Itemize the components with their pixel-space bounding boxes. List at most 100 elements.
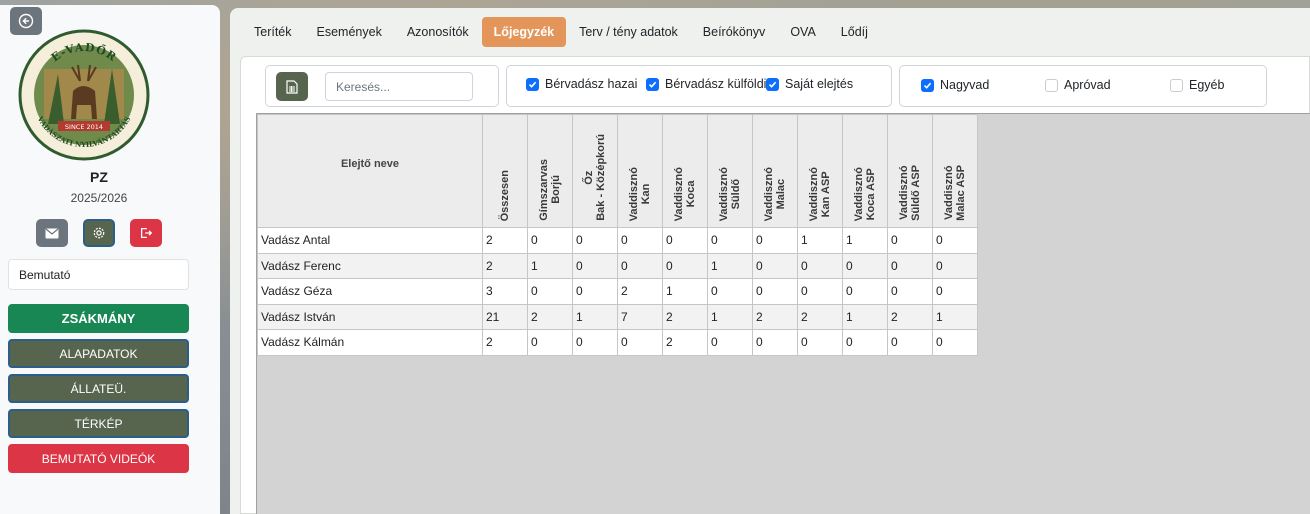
count-cell: 0 (932, 227, 978, 254)
menu-allateu[interactable]: ÁLLATEÜ. (8, 374, 189, 403)
checkbox-nagyvad[interactable]: Nagyvad (921, 78, 989, 92)
settings-button[interactable] (83, 219, 115, 247)
table-row[interactable]: Vadász Ferenc 2 1 0 0 0 1 0 0 0 0 0 (257, 252, 978, 279)
count-cell: 1 (797, 227, 843, 254)
checkbox-label: Bérvadász külföldi (665, 77, 767, 91)
user-name: PZ (90, 169, 108, 185)
hunter-name-cell: Vadász Kálmán (257, 329, 483, 356)
menu-alapadatok[interactable]: ALAPADATOK (8, 339, 189, 368)
count-cell: 0 (752, 278, 798, 305)
count-cell: 0 (617, 227, 663, 254)
table-header-row: Elejtő neve Összesen Gímszarvas Borjú Őz… (257, 114, 978, 228)
checkbox-checked-icon (646, 77, 659, 91)
tab-teritek[interactable]: Teríték (242, 17, 304, 47)
main-panel: Teríték Események Azonosítók Lőjegyzék T… (230, 8, 1310, 514)
column-header[interactable]: Vaddisznó Süldő (707, 114, 753, 228)
organization-field[interactable]: Bemutató (8, 259, 189, 290)
tab-terv-teny[interactable]: Terv / tény adatok (567, 17, 690, 47)
column-header[interactable]: Vaddisznó Koca (662, 114, 708, 228)
checkbox-checked-icon (766, 77, 779, 91)
checkbox-checked-icon (526, 77, 539, 91)
search-input[interactable] (325, 72, 473, 101)
column-header-label: Vaddisznó Kan (628, 166, 652, 221)
gear-icon (93, 227, 105, 239)
column-header[interactable]: Vaddisznó Kan (617, 114, 663, 228)
checkbox-bervadasz-kulfoldi[interactable]: Bérvadász külföldi (646, 77, 766, 91)
checkbox-sajat-elejtes[interactable]: Saját elejtés (766, 77, 853, 91)
table-row[interactable]: Vadász Kálmán 2 0 0 0 2 0 0 0 0 0 0 (257, 329, 978, 356)
tab-esemenyek[interactable]: Események (305, 17, 394, 47)
count-cell: 2 (887, 303, 933, 330)
column-header[interactable]: Vaddisznó Malac (752, 114, 798, 228)
tab-ova[interactable]: OVA (778, 17, 827, 47)
checkbox-bervadasz-hazai[interactable]: Bérvadász hazai (526, 77, 637, 91)
checkbox-label: Apróvad (1064, 78, 1111, 92)
envelope-icon (45, 228, 59, 238)
column-header-label: Összesen (499, 169, 511, 221)
count-cell: 0 (842, 252, 888, 279)
column-header[interactable]: Összesen (482, 114, 528, 228)
count-cell: 0 (662, 252, 708, 279)
game-type-filter-box: Nagyvad Apróvad Egyéb (899, 65, 1267, 107)
count-cell: 0 (662, 227, 708, 254)
table-row[interactable]: Vadász Antal 2 0 0 0 0 0 0 1 1 0 0 (257, 227, 978, 254)
count-cell: 0 (752, 252, 798, 279)
checkbox-unchecked-icon (1170, 78, 1183, 92)
count-cell: 1 (572, 303, 618, 330)
menu-terkep[interactable]: TÉRKÉP (8, 409, 189, 438)
count-cell: 0 (887, 329, 933, 356)
search-filter-box (265, 65, 499, 107)
column-header[interactable]: Gímszarvas Borjú (527, 114, 573, 228)
count-cell: 0 (797, 329, 843, 356)
tab-lojegyzek[interactable]: Lőjegyzék (481, 17, 567, 47)
column-header-label: Vaddisznó Koca ASP (853, 166, 877, 221)
count-cell: 0 (707, 278, 753, 305)
column-header[interactable]: Vaddisznó Malac ASP (932, 114, 978, 228)
count-cell: 1 (842, 303, 888, 330)
column-header[interactable]: Vaddisznó Kan ASP (797, 114, 843, 228)
hunter-name-cell: Vadász Géza (257, 278, 483, 305)
count-cell: 0 (572, 252, 618, 279)
tab-beirokonyv[interactable]: Beírókönyv (691, 17, 778, 47)
count-cell: 0 (797, 252, 843, 279)
count-cell: 0 (707, 329, 753, 356)
column-header[interactable]: Őz Bak - Középkorú (572, 114, 618, 228)
count-cell: 0 (887, 227, 933, 254)
count-cell: 2 (662, 303, 708, 330)
tab-lodij[interactable]: Lődíj (829, 17, 880, 47)
menu-bemutato-videok[interactable]: BEMUTATÓ VIDEÓK (8, 444, 189, 473)
messages-button[interactable] (36, 219, 68, 247)
hunter-name-cell: Vadász István (257, 303, 483, 330)
app-logo: SINCE 2014 E-VADŐR VADÁSZATI NYILVÁNTART… (18, 29, 150, 161)
count-cell: 0 (617, 329, 663, 356)
count-cell: 1 (527, 252, 573, 279)
hunter-name-cell: Vadász Ferenc (257, 252, 483, 279)
checkbox-checked-icon (921, 78, 934, 92)
count-cell: 0 (932, 252, 978, 279)
tab-azonositok[interactable]: Azonosítók (395, 17, 481, 47)
checkbox-aprovad[interactable]: Apróvad (1045, 78, 1111, 92)
hunter-name-cell: Vadász Antal (257, 227, 483, 254)
count-cell: 0 (887, 278, 933, 305)
count-cell: 1 (707, 303, 753, 330)
count-cell: 2 (527, 303, 573, 330)
count-cell: 2 (482, 227, 528, 254)
column-header[interactable]: Vaddisznó Koca ASP (842, 114, 888, 228)
export-button[interactable] (276, 72, 308, 101)
count-cell: 0 (527, 227, 573, 254)
table-row[interactable]: Vadász István 21 2 1 7 2 1 2 2 1 2 1 (257, 303, 978, 330)
checkbox-egyeb[interactable]: Egyéb (1170, 78, 1224, 92)
logout-button[interactable] (130, 219, 162, 247)
column-header-label: Vaddisznó Malac (763, 166, 787, 221)
table-row[interactable]: Vadász Géza 3 0 0 2 1 0 0 0 0 0 0 (257, 278, 978, 305)
count-cell: 2 (482, 329, 528, 356)
menu-zsakmany[interactable]: ZSÁKMÁNY (8, 304, 189, 333)
checkbox-label: Nagyvad (940, 78, 990, 92)
column-header[interactable]: Vaddisznó Süldő ASP (887, 114, 933, 228)
column-header-elejto[interactable]: Elejtő neve (257, 114, 483, 228)
count-cell: 1 (842, 227, 888, 254)
count-cell: 0 (752, 227, 798, 254)
count-cell: 3 (482, 278, 528, 305)
count-cell: 21 (482, 303, 528, 330)
count-cell: 7 (617, 303, 663, 330)
